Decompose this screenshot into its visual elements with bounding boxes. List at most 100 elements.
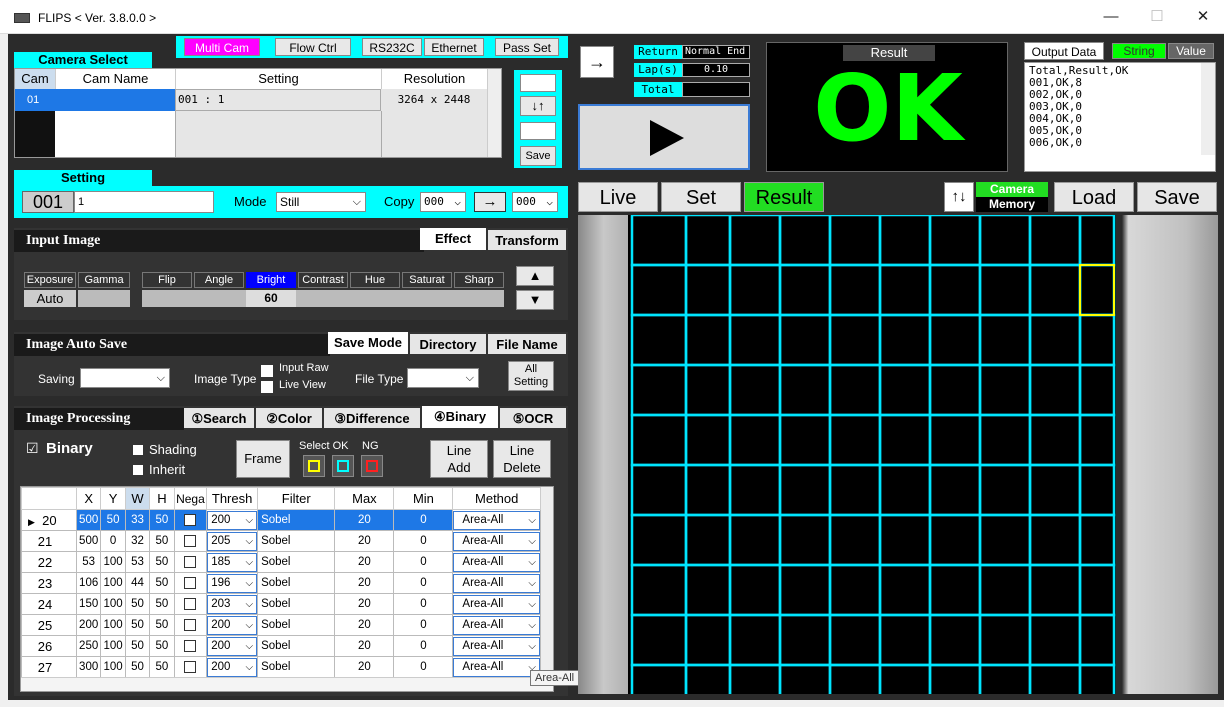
swap-button[interactable]: ↓↑: [520, 96, 556, 116]
cell-x[interactable]: 300: [75, 656, 102, 678]
tab-file-name[interactable]: File Name: [488, 334, 566, 354]
cell-y[interactable]: 100: [100, 572, 126, 594]
cell-w[interactable]: 50: [124, 635, 151, 657]
cell-x[interactable]: 53: [75, 551, 102, 573]
cell-x[interactable]: 106: [75, 572, 102, 594]
table-row[interactable]: 2150003250205Sobel200Area-All: [21, 530, 541, 552]
method-select[interactable]: Area-All: [452, 593, 541, 615]
cell-y[interactable]: 100: [100, 635, 126, 657]
cell-w[interactable]: 50: [124, 593, 151, 615]
close-button[interactable]: ✕: [1180, 5, 1224, 29]
cam-row-1-id[interactable]: 01: [15, 89, 55, 111]
cell-h[interactable]: 50: [149, 530, 175, 552]
file-type-select[interactable]: [407, 368, 479, 388]
ok-color-swatch[interactable]: [332, 455, 354, 477]
cell-y[interactable]: 100: [100, 593, 126, 615]
tab-result[interactable]: Result: [744, 182, 824, 212]
cell-min[interactable]: 0: [393, 551, 454, 573]
table-row[interactable]: 22531005350185Sobel200Area-All: [21, 551, 541, 573]
gamma-value[interactable]: [78, 290, 130, 307]
cell-y[interactable]: 0: [100, 530, 126, 552]
input-raw-checkbox[interactable]: [261, 363, 273, 377]
cell-w[interactable]: 33: [124, 509, 151, 531]
cell-max[interactable]: 20: [334, 551, 395, 573]
cell-h[interactable]: 50: [149, 572, 175, 594]
tab-directory[interactable]: Directory: [410, 334, 486, 354]
bright-value[interactable]: 60: [246, 290, 296, 307]
minimize-button[interactable]: —: [1088, 5, 1134, 29]
tab-color[interactable]: ②Color: [256, 408, 322, 428]
down-arrow-button[interactable]: ▼: [516, 290, 554, 310]
tab-search[interactable]: ①Search: [184, 408, 254, 428]
line-delete-button[interactable]: Line Delete: [493, 440, 551, 478]
cell-h[interactable]: 50: [149, 593, 175, 615]
cell-x[interactable]: 500: [75, 509, 102, 531]
rs232c-button[interactable]: RS232C: [362, 38, 422, 56]
table-row[interactable]: 241501005050203Sobel200Area-All: [21, 593, 541, 615]
cell-y[interactable]: 50: [100, 509, 126, 531]
nega-checkbox[interactable]: [173, 593, 208, 615]
cell-min[interactable]: 0: [393, 593, 454, 615]
cam-dropdown-2[interactable]: [520, 122, 556, 140]
cam-row-1-setting[interactable]: 001 : 1: [175, 89, 381, 111]
camera-toggle[interactable]: Camera: [976, 182, 1048, 197]
mode-select[interactable]: Still: [276, 192, 366, 212]
load-button[interactable]: Load: [1054, 182, 1134, 212]
cell-h[interactable]: 50: [149, 656, 175, 678]
exposure-value[interactable]: Auto: [24, 290, 76, 307]
method-select[interactable]: Area-All: [452, 656, 541, 678]
multi-cam-button[interactable]: Multi Cam: [184, 38, 260, 56]
table-row[interactable]: 252001005050200Sobel200Area-All: [21, 614, 541, 636]
cell-min[interactable]: 0: [393, 635, 454, 657]
nega-checkbox[interactable]: [173, 509, 208, 531]
frame-button[interactable]: Frame: [236, 440, 290, 478]
bright-label[interactable]: Bright: [246, 272, 296, 288]
cell-filter[interactable]: Sobel: [257, 551, 336, 573]
cell-max[interactable]: 20: [334, 593, 395, 615]
tab-difference[interactable]: ③Difference: [324, 408, 420, 428]
ethernet-button[interactable]: Ethernet: [424, 38, 484, 56]
cell-w[interactable]: 50: [124, 656, 151, 678]
copy-from-select[interactable]: 000: [420, 192, 466, 212]
cell-filter[interactable]: Sobel: [257, 656, 336, 678]
all-setting-button[interactable]: All Setting: [508, 361, 554, 391]
string-button[interactable]: String: [1112, 43, 1166, 59]
live-view-checkbox[interactable]: [261, 379, 273, 393]
tab-set[interactable]: Set: [661, 182, 741, 212]
thresh-select[interactable]: 200: [206, 614, 259, 636]
thresh-select[interactable]: 185: [206, 551, 259, 573]
cell-filter[interactable]: Sobel: [257, 614, 336, 636]
pass-set-button[interactable]: Pass Set: [495, 38, 559, 56]
up-arrow-button[interactable]: ▲: [516, 266, 554, 286]
line-add-button[interactable]: Line Add: [430, 440, 488, 478]
sort-button[interactable]: ↑↓: [944, 182, 974, 212]
copy-arrow-button[interactable]: →: [474, 192, 506, 212]
ng-color-swatch[interactable]: [361, 455, 383, 477]
cell-y[interactable]: 100: [100, 614, 126, 636]
flow-ctrl-button[interactable]: Flow Ctrl: [275, 38, 351, 56]
save-view-button[interactable]: Save: [1137, 182, 1217, 212]
method-select[interactable]: Area-All: [452, 509, 541, 531]
cell-filter[interactable]: Sobel: [257, 530, 336, 552]
thresh-select[interactable]: 196: [206, 572, 259, 594]
setting-name-input[interactable]: 1: [74, 191, 214, 213]
cell-x[interactable]: 250: [75, 635, 102, 657]
thresh-select[interactable]: 203: [206, 593, 259, 615]
cell-x[interactable]: 500: [75, 530, 102, 552]
cell-y[interactable]: 100: [100, 656, 126, 678]
shading-checkbox[interactable]: [132, 442, 144, 456]
nega-checkbox[interactable]: [173, 572, 208, 594]
tab-transform[interactable]: Transform: [488, 230, 566, 250]
method-select[interactable]: Area-All: [452, 614, 541, 636]
cell-w[interactable]: 44: [124, 572, 151, 594]
cell-max[interactable]: 20: [334, 530, 395, 552]
cell-h[interactable]: 50: [149, 509, 175, 531]
cell-filter[interactable]: Sobel: [257, 593, 336, 615]
nega-checkbox[interactable]: [173, 530, 208, 552]
tab-binary[interactable]: ④Binary: [422, 406, 498, 428]
cell-w[interactable]: 50: [124, 614, 151, 636]
cell-min[interactable]: 0: [393, 614, 454, 636]
thresh-select[interactable]: 200: [206, 656, 259, 678]
cell-max[interactable]: 20: [334, 572, 395, 594]
memory-toggle[interactable]: Memory: [976, 197, 1048, 212]
